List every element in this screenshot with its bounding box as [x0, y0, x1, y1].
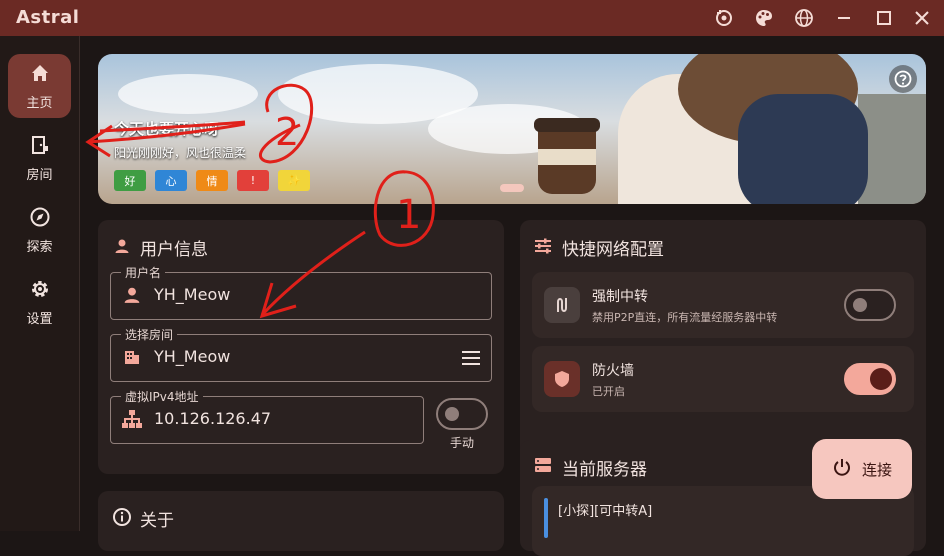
server-title: 当前服务器 — [562, 460, 647, 480]
coffee-cup-lid — [534, 118, 600, 132]
sidebar-item-label: 设置 — [26, 311, 53, 327]
tune-icon — [534, 237, 552, 259]
shield-icon — [544, 361, 580, 397]
manual-ip-toggle[interactable] — [436, 398, 488, 430]
compass-icon — [29, 206, 51, 232]
ipv4-field[interactable]: 虚拟IPv4地址 10.126.126.47 — [110, 388, 424, 444]
user-info-title: 用户信息 — [140, 240, 208, 260]
username-label: 用户名 — [121, 264, 166, 281]
app-title: Astral — [16, 7, 80, 28]
sidebar-item-settings[interactable]: 设置 — [8, 270, 71, 334]
carousel-indicator[interactable] — [500, 184, 524, 192]
firewall-option: 防火墙 已开启 — [532, 346, 914, 412]
ipv4-value: 10.126.126.47 — [154, 409, 272, 428]
mood-chip: 好 — [114, 170, 146, 191]
quick-config-title: 快捷网络配置 — [562, 240, 664, 260]
firewall-desc: 已开启 — [592, 385, 625, 398]
home-icon — [29, 62, 51, 88]
title-bar: Astral — [0, 0, 944, 36]
username-field[interactable]: 用户名 YH_Meow — [110, 264, 492, 320]
close-icon[interactable] — [910, 6, 934, 30]
firewall-toggle[interactable] — [844, 363, 896, 395]
force-relay-title: 强制中转 — [592, 289, 648, 305]
power-icon — [832, 457, 852, 481]
gear-icon — [29, 278, 51, 304]
sidebar-item-label: 探索 — [26, 239, 53, 255]
force-relay-desc: 禁用P2P直连，所有流量经服务器中转 — [592, 311, 778, 324]
room-icon — [29, 134, 51, 160]
sync-icon[interactable] — [712, 6, 736, 30]
user-icon — [114, 238, 130, 258]
force-relay-option: 强制中转 禁用P2P直连，所有流量经服务器中转 — [532, 272, 914, 338]
network-icon — [121, 408, 143, 430]
mood-chip: ✨ — [278, 170, 310, 191]
maximize-icon[interactable] — [872, 6, 896, 30]
sidebar-item-explore[interactable]: 探索 — [8, 198, 71, 262]
user-icon — [121, 284, 143, 306]
server-icon — [534, 456, 552, 478]
help-icon[interactable] — [889, 65, 917, 93]
about-title: 关于 — [140, 511, 174, 531]
server-item-name: [小探][可中转A] — [558, 504, 653, 519]
banner-title: 今天也要开心呀 — [114, 120, 220, 138]
user-info-card: 用户信息 用户名 YH_Meow 选择房间 YH_Meow 虚拟IPv4地址 1… — [98, 220, 504, 474]
mood-chip: 心 — [155, 170, 187, 191]
sidebar-item-room[interactable]: 房间 — [8, 126, 71, 190]
menu-icon[interactable] — [461, 349, 481, 371]
sidebar-item-label: 房间 — [26, 167, 53, 183]
relay-icon — [544, 287, 580, 323]
banner-subtitle: 阳光刚刚好，风也很温柔 — [114, 146, 247, 160]
building-icon — [121, 346, 143, 368]
room-select-label: 选择房间 — [121, 326, 178, 343]
manual-label: 手动 — [450, 436, 475, 450]
info-icon — [112, 507, 132, 531]
ipv4-label: 虚拟IPv4地址 — [121, 388, 203, 405]
quick-config-card: 快捷网络配置 强制中转 禁用P2P直连，所有流量经服务器中转 防火墙 已开启 — [520, 220, 926, 460]
about-card: 关于 — [98, 491, 504, 551]
cloud-decoration — [118, 74, 258, 114]
minimize-icon[interactable] — [832, 6, 856, 30]
globe-icon[interactable] — [792, 6, 816, 30]
coffee-cup-band — [538, 149, 596, 165]
connect-label: 连接 — [861, 460, 892, 479]
mood-chips: 好 心 情 ! ✨ — [114, 170, 310, 191]
room-select-field[interactable]: 选择房间 YH_Meow — [110, 326, 492, 382]
mood-chip: 情 — [196, 170, 228, 191]
sidebar-item-home[interactable]: 主页 — [8, 54, 71, 118]
building-illustration — [858, 94, 926, 204]
force-relay-toggle[interactable] — [844, 289, 896, 321]
room-select-value: YH_Meow — [154, 347, 231, 366]
sidebar-item-label: 主页 — [26, 95, 53, 111]
main-content: 今天也要开心呀 阳光刚刚好，风也很温柔 好 心 情 ! ✨ 用户信息 用户名 Y… — [80, 36, 944, 556]
palette-icon[interactable] — [752, 6, 776, 30]
username-value: YH_Meow — [154, 285, 231, 304]
sidebar: 主页 房间 探索 设置 — [0, 36, 80, 531]
firewall-title: 防火墙 — [592, 363, 634, 379]
mood-chip: ! — [237, 170, 269, 191]
connect-button[interactable]: 连接 — [812, 439, 912, 499]
server-accent-bar — [544, 498, 548, 538]
backpack-illustration — [738, 94, 868, 204]
welcome-banner: 今天也要开心呀 阳光刚刚好，风也很温柔 好 心 情 ! ✨ — [98, 54, 926, 204]
